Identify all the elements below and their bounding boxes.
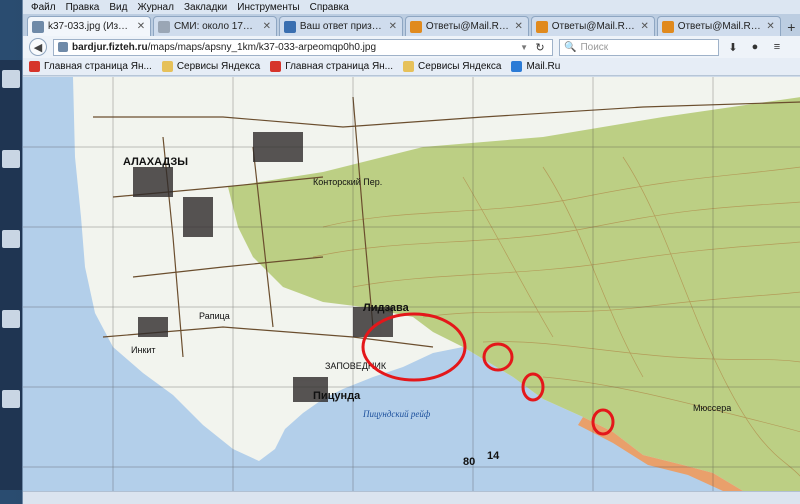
menu-file[interactable]: Файл — [31, 2, 56, 13]
back-button[interactable]: ◀ — [29, 38, 47, 56]
tab-label: Ваш ответ признан л... — [299, 21, 384, 32]
map-label-kontorsky: Конторский Пер. — [313, 177, 382, 187]
download-icon[interactable]: ⬇ — [725, 39, 741, 55]
tab-mailru-answers[interactable]: Ответы@Mail.Ru: Воз... ✕ — [530, 16, 655, 36]
image-icon — [32, 20, 44, 33]
tab-label: СМИ: около 170 бой... — [173, 21, 258, 32]
tab-mailru-answers[interactable]: Ответы@Mail.Ru: ... ✕ — [656, 16, 781, 36]
bookmark-mailru[interactable]: Mail.Ru — [511, 61, 560, 72]
bookmark-label: Сервисы Яндекса — [176, 61, 261, 72]
chat-icon[interactable]: ● — [747, 39, 763, 55]
url-host: bardjur.fizteh.ru — [72, 41, 148, 53]
menu-edit[interactable]: Правка — [66, 2, 100, 13]
map-label-myussera: Мюссера — [693, 403, 731, 413]
mailru-icon — [511, 61, 523, 72]
menu-view[interactable]: Вид — [109, 2, 127, 13]
map-label-pitsunda: Пицунда — [313, 390, 361, 402]
tab-answer[interactable]: Ваш ответ признан л... ✕ — [278, 16, 403, 36]
navigation-bar: ◀ bardjur.fizteh.ru/maps/maps/apsny_1km/… — [23, 36, 800, 58]
topographic-map[interactable]: АЛАХАДЗЫ Лидзава Рапица Инкит Пицунда ЗА… — [23, 77, 800, 491]
desktop-shortcut-icon[interactable] — [2, 310, 20, 328]
bookmark-label: Сервисы Яндекса — [418, 61, 502, 72]
close-icon[interactable]: ✕ — [640, 21, 650, 32]
search-box[interactable]: 🔍 Поиск — [559, 38, 719, 56]
map-label-grid-80: 80 — [463, 456, 475, 468]
url-path: /maps/maps/apsny_1km/k37-033-arpeomqp0h0… — [147, 41, 377, 53]
desktop-shortcut-icon[interactable] — [2, 150, 20, 168]
address-bar[interactable]: bardjur.fizteh.ru/maps/maps/apsny_1km/k3… — [53, 38, 553, 56]
close-icon[interactable]: ✕ — [766, 21, 776, 32]
browser-window: Файл Правка Вид Журнал Закладки Инструме… — [22, 0, 800, 504]
yandex-icon — [29, 61, 40, 72]
map-label-alakhadzy: АЛАХАДЗЫ — [123, 156, 188, 168]
search-icon: 🔍 — [564, 41, 577, 53]
bookmark-yandex-services[interactable]: Сервисы Яндекса — [403, 61, 501, 72]
status-bar — [23, 491, 800, 504]
desktop-shortcut-icon[interactable] — [2, 230, 20, 248]
tab-strip: k37-033.jpg (Изображени... ✕ СМИ: около … — [23, 14, 800, 36]
yandex-icon — [270, 61, 282, 72]
folder-icon — [403, 61, 415, 72]
page-icon — [157, 20, 170, 33]
menu-bookmarks[interactable]: Закладки — [184, 2, 227, 13]
bookmark-label: Главная страница Ян... — [44, 61, 152, 72]
url-dropdown-icon[interactable]: ▼ — [520, 43, 528, 52]
map-label-reef: Пицундский рейф — [362, 409, 431, 419]
desktop-shortcut-icon[interactable] — [2, 70, 20, 88]
menu-help[interactable]: Справка — [310, 2, 349, 13]
tab-news[interactable]: СМИ: около 170 бой... ✕ — [152, 16, 277, 36]
url-text: bardjur.fizteh.ru/maps/maps/apsny_1km/k3… — [72, 42, 516, 53]
menu-history[interactable]: Журнал — [137, 2, 174, 13]
image-viewer[interactable]: АЛАХАДЗЫ Лидзава Рапица Инкит Пицунда ЗА… — [23, 77, 800, 491]
desktop-icons-strip — [0, 60, 22, 490]
bookmark-yandex-home[interactable]: Главная страница Ян... — [270, 61, 393, 72]
map-label-inkit: Инкит — [131, 345, 156, 355]
mailru-icon — [409, 20, 422, 33]
tab-label: k37-033.jpg (Изображени... — [48, 21, 132, 32]
bookmarks-bar: Главная страница Ян... Сервисы Яндекса Г… — [23, 58, 800, 76]
bookmark-yandex-home[interactable]: Главная страница Ян... — [29, 61, 152, 72]
reload-icon[interactable]: ↻ — [532, 39, 548, 55]
close-icon[interactable]: ✕ — [514, 21, 524, 32]
desktop-shortcut-icon[interactable] — [2, 390, 20, 408]
tab-image[interactable]: k37-033.jpg (Изображени... ✕ — [27, 16, 151, 36]
tab-mailru-answers[interactable]: Ответы@Mail.Ru: Ст... ✕ — [404, 16, 529, 36]
close-icon[interactable]: ✕ — [136, 21, 146, 32]
new-tab-button[interactable]: + — [783, 18, 800, 36]
menu-tools[interactable]: Инструменты — [237, 2, 299, 13]
tab-label: Ответы@Mail.Ru: Ст... — [425, 21, 510, 32]
image-icon — [58, 42, 68, 52]
bookmark-label: Mail.Ru — [526, 61, 561, 72]
mailru-icon — [661, 20, 674, 33]
bookmark-label: Главная страница Ян... — [285, 61, 394, 72]
search-placeholder: Поиск — [580, 41, 609, 53]
page-icon — [283, 20, 296, 33]
map-label-grid-14: 14 — [487, 450, 500, 462]
map-label-lidzava: Лидзава — [363, 302, 410, 314]
mailru-icon — [535, 20, 548, 33]
menubar: Файл Правка Вид Журнал Закладки Инструме… — [23, 0, 800, 14]
menu-icon[interactable]: ≡ — [769, 39, 785, 55]
bookmark-yandex-services[interactable]: Сервисы Яндекса — [161, 61, 261, 72]
folder-icon — [161, 61, 173, 72]
map-label-rapitsa: Рапица — [199, 311, 230, 321]
tab-label: Ответы@Mail.Ru: ... — [677, 21, 762, 32]
tab-label: Ответы@Mail.Ru: Воз... — [551, 21, 636, 32]
close-icon[interactable]: ✕ — [262, 21, 272, 32]
close-icon[interactable]: ✕ — [388, 21, 398, 32]
